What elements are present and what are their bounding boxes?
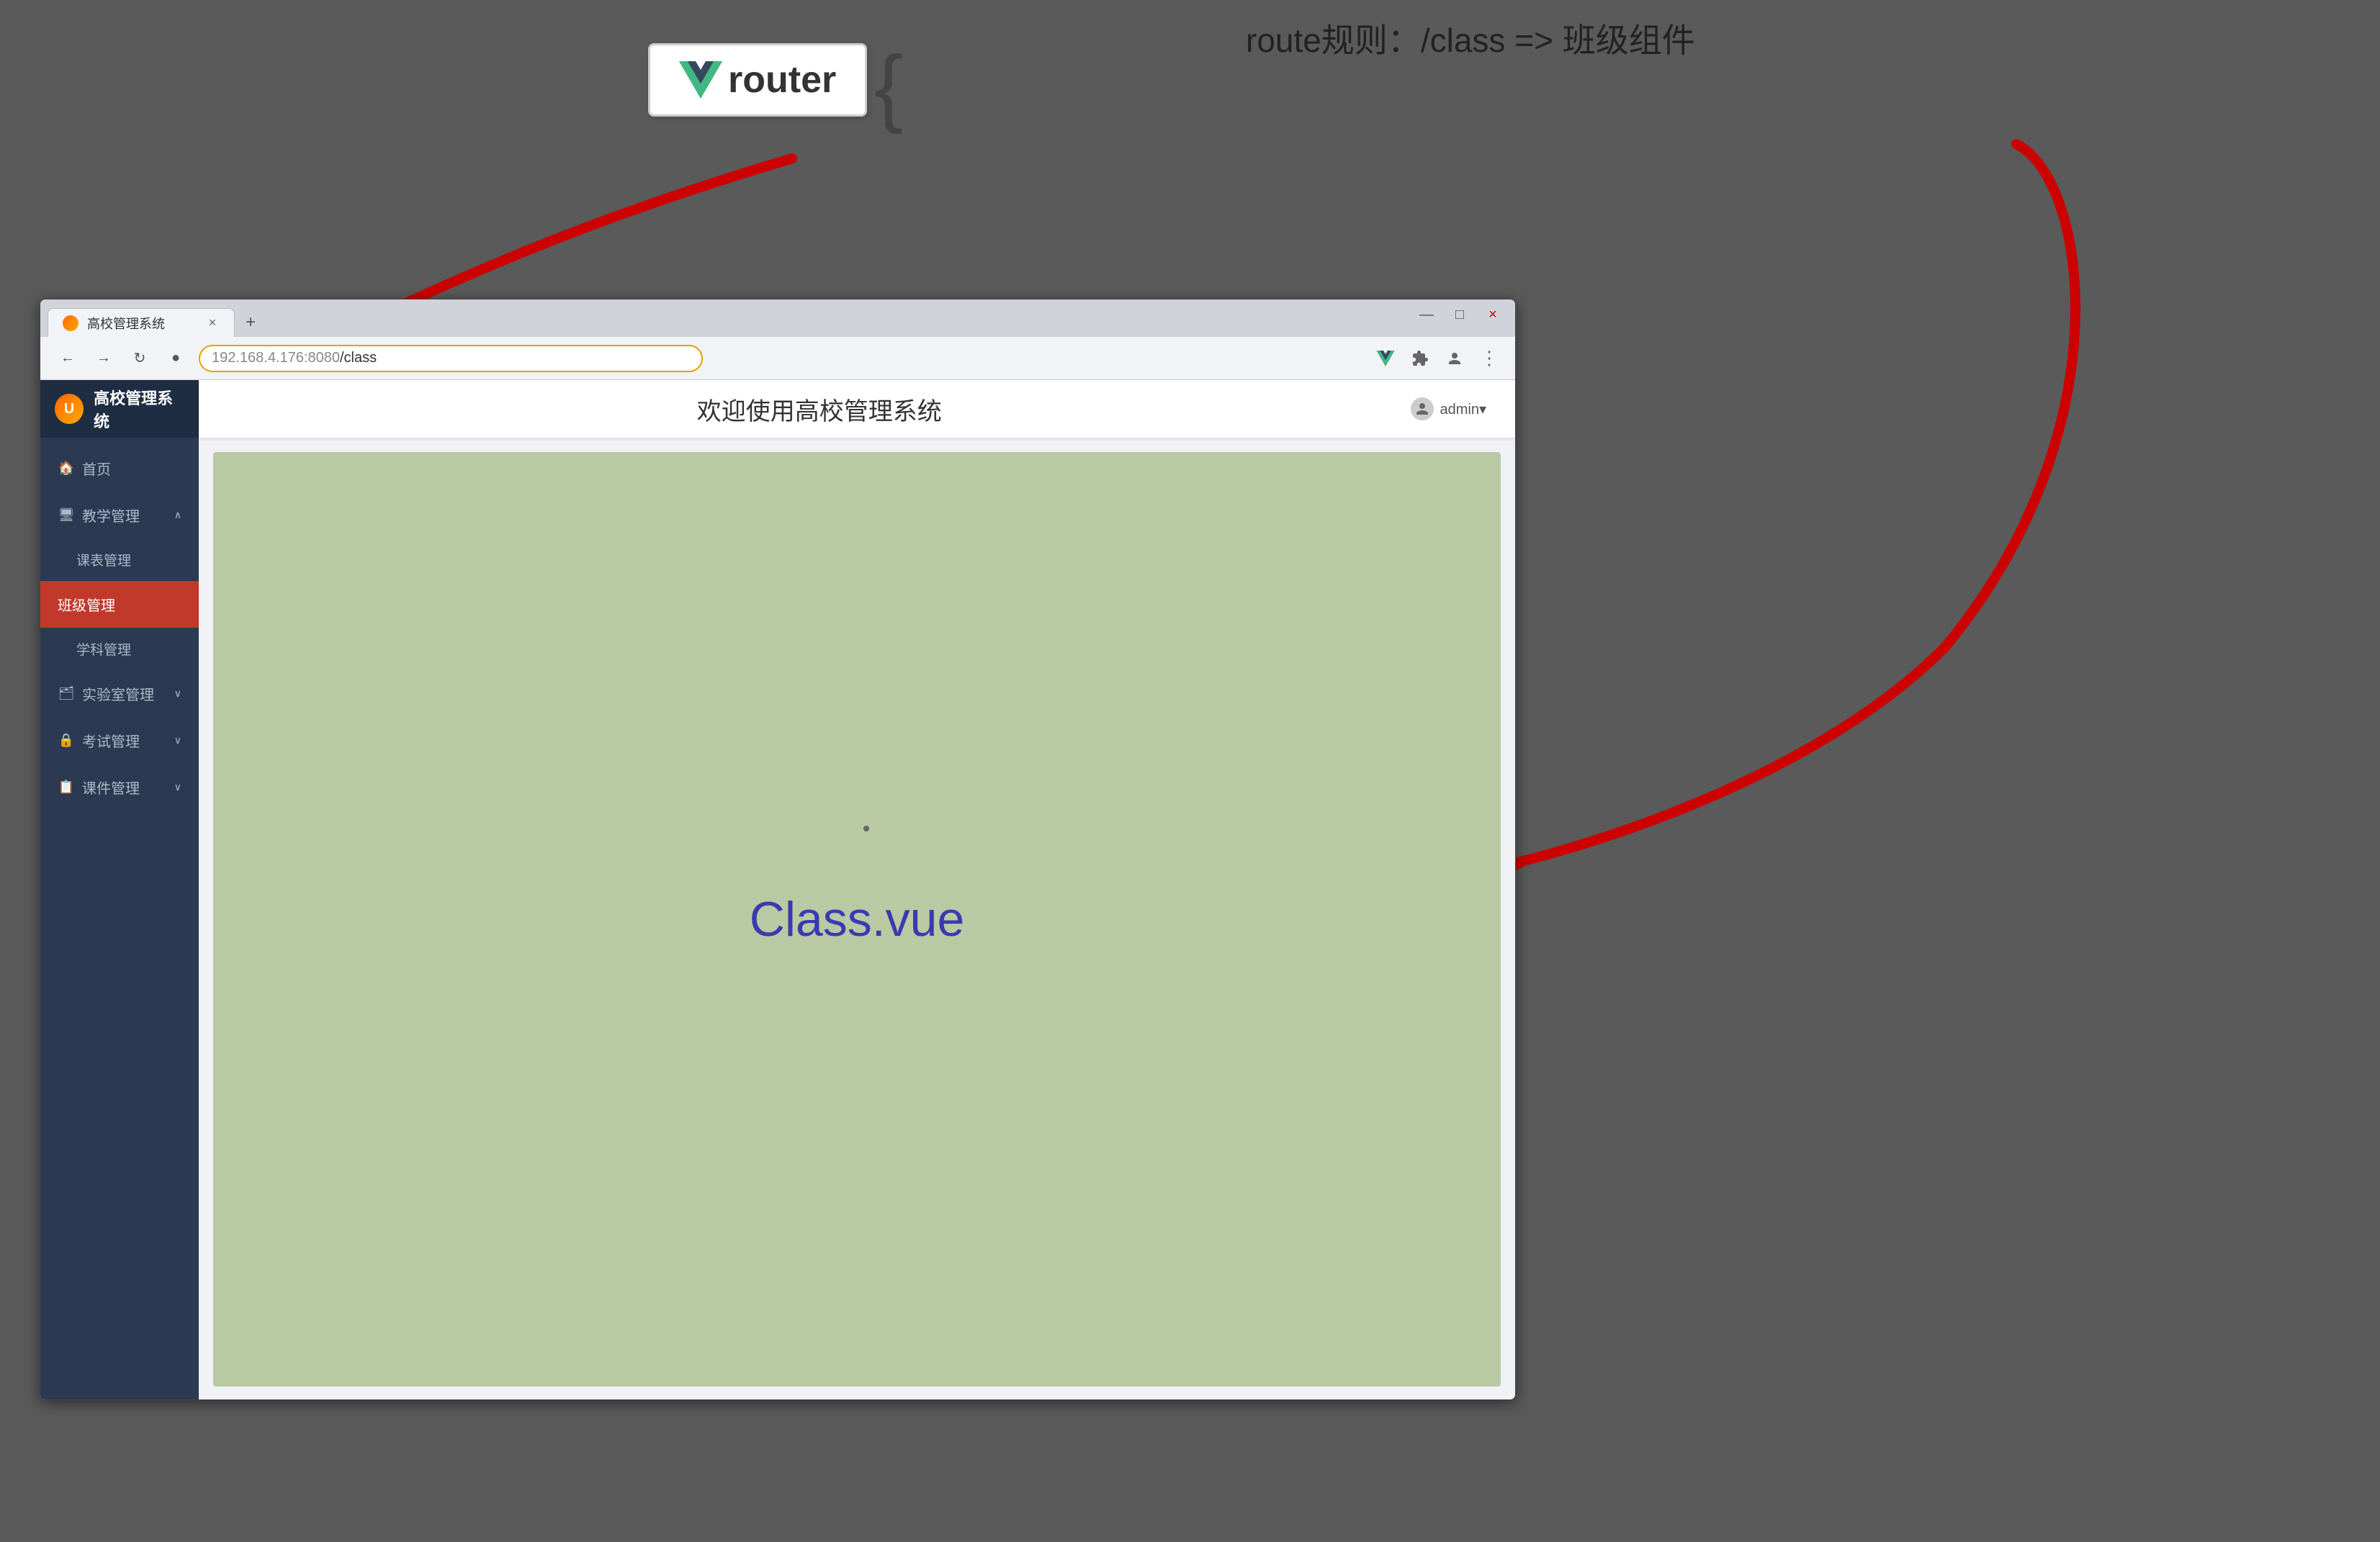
sidebar-logo-icon: U [55, 394, 84, 424]
reload-button[interactable]: ↻ [127, 346, 153, 371]
close-button[interactable]: × [1482, 304, 1504, 325]
class-component-area: Class.vue [213, 452, 1501, 1387]
exam-icon: 🔒 [58, 732, 75, 749]
sidebar-item-schedule-label: 课表管理 [76, 554, 131, 569]
sidebar-item-subject[interactable]: 学科管理 [40, 628, 199, 670]
sidebar-item-exam[interactable]: 🔒 考试管理 ∨ [40, 717, 199, 764]
browser-controls: ← → ↻ ● 192.168.4.176:8080 /class [40, 337, 1515, 380]
exam-arrow-icon: ∨ [174, 734, 181, 747]
address-bar[interactable]: 192.168.4.176:8080 /class [199, 345, 703, 372]
sidebar-item-home-label: 首页 [82, 458, 111, 479]
back-button[interactable]: ← [55, 346, 81, 371]
sidebar-item-class-label: 班级管理 [58, 594, 115, 615]
home-button[interactable]: ● [163, 346, 189, 371]
address-domain: 192.168.4.176:8080 [212, 350, 340, 366]
sidebar-item-teaching-label: 教学管理 [82, 505, 140, 526]
router-label: router [728, 58, 836, 102]
browser-toolbar-right: ⋮ [1374, 347, 1501, 370]
new-tab-button[interactable]: + [235, 308, 266, 337]
courseware-arrow-icon: ∨ [174, 781, 181, 793]
address-path: /class [340, 350, 377, 366]
main-header: 欢迎使用高校管理系统 admin▾ [199, 380, 1515, 438]
user-avatar-icon [1411, 397, 1434, 420]
app-content: U 高校管理系统 🏠 首页 🖥 教学管理 ∧ 课表 [40, 380, 1515, 1400]
lab-icon: 🗂 [58, 685, 75, 703]
more-options-icon[interactable]: ⋮ [1478, 347, 1501, 370]
sidebar-item-schedule[interactable]: 课表管理 [40, 538, 199, 581]
sidebar-item-lab-label: 实验室管理 [82, 683, 154, 704]
user-name-label: admin▾ [1440, 400, 1486, 418]
sidebar-logo-text: 高校管理系统 [94, 386, 184, 432]
sidebar-item-teaching[interactable]: 🖥 教学管理 ∧ [40, 492, 199, 538]
sidebar-item-courseware[interactable]: 📋 课件管理 ∨ [40, 764, 199, 811]
sidebar-logo: U 高校管理系统 [40, 380, 199, 438]
browser-chrome: 高校管理系统 × + — □ × ← → ↻ ● 192.168.4.176:8… [40, 299, 1515, 380]
browser-tab-bar: 高校管理系统 × + — □ × [40, 299, 1515, 337]
home-icon: 🏠 [58, 460, 75, 477]
browser-tab-active[interactable]: 高校管理系统 × [48, 308, 235, 337]
teaching-arrow-icon: ∧ [174, 509, 181, 521]
maximize-button[interactable]: □ [1449, 304, 1470, 325]
tab-close-button[interactable]: × [205, 316, 220, 330]
main-title: 欢迎使用高校管理系统 [228, 392, 1411, 427]
router-box: router [648, 43, 867, 117]
courseware-icon: 📋 [58, 779, 75, 796]
teaching-icon: 🖥 [58, 507, 75, 524]
route-rule-annotation: route规则：/class => 班级组件 [1246, 14, 1695, 62]
sidebar-item-home[interactable]: 🏠 首页 [40, 445, 199, 492]
vue-devtools-icon[interactable] [1374, 347, 1397, 370]
class-vue-label: Class.vue [750, 891, 965, 947]
sidebar-item-courseware-label: 课件管理 [82, 777, 140, 798]
window-controls: — □ × [1416, 304, 1504, 325]
bracket-icon: { [874, 43, 903, 130]
sidebar-item-subject-label: 学科管理 [76, 643, 131, 658]
minimize-button[interactable]: — [1416, 304, 1437, 325]
vue-logo-icon [679, 61, 722, 99]
sidebar-item-exam-label: 考试管理 [82, 730, 140, 751]
sidebar: U 高校管理系统 🏠 首页 🖥 教学管理 ∧ 课表 [40, 380, 199, 1400]
extensions-icon[interactable] [1409, 347, 1432, 370]
main-area: 欢迎使用高校管理系统 admin▾ Class.vue [199, 380, 1515, 1400]
sidebar-item-class[interactable]: 班级管理 [40, 581, 199, 628]
tab-title: 高校管理系统 [87, 314, 197, 333]
user-profile-icon[interactable] [1443, 347, 1466, 370]
sidebar-menu: 🏠 首页 🖥 教学管理 ∧ 课表管理 班级管理 [40, 438, 199, 1400]
forward-button[interactable]: → [91, 346, 117, 371]
user-info[interactable]: admin▾ [1411, 397, 1486, 420]
tab-favicon-icon [63, 315, 78, 331]
router-annotation: router { [648, 43, 903, 130]
lab-arrow-icon: ∨ [174, 687, 181, 700]
class-dot [863, 826, 869, 831]
sidebar-item-lab[interactable]: 🗂 实验室管理 ∨ [40, 670, 199, 717]
browser-window: 高校管理系统 × + — □ × ← → ↻ ● 192.168.4.176:8… [40, 299, 1516, 1400]
